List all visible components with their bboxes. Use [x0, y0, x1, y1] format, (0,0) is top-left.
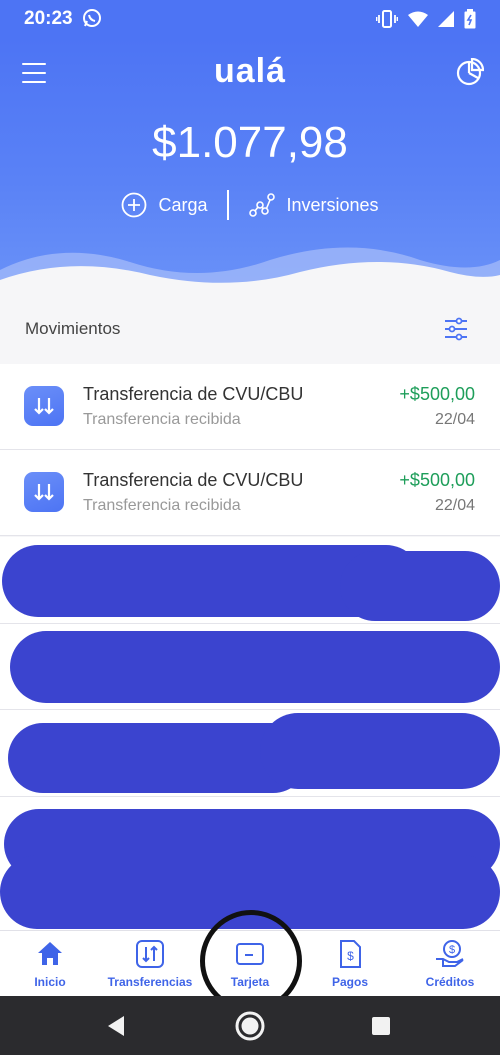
pie-chart-icon[interactable] [456, 58, 484, 86]
investments-button[interactable]: Inversiones [249, 192, 379, 218]
vibrate-icon [376, 10, 398, 28]
transfer-icon [136, 940, 164, 968]
home-button-icon[interactable] [234, 1010, 266, 1042]
nav-label: Transferencias [107, 975, 193, 989]
load-button[interactable]: Carga [121, 192, 207, 218]
investments-icon [249, 193, 276, 217]
nav-label: Pagos [331, 975, 368, 989]
movement-row[interactable]: Transferencia de CVU/CBU Transferencia r… [0, 450, 500, 536]
movement-title: Transferencia de CVU/CBU [83, 384, 304, 404]
status-bar: 20:23 [0, 0, 500, 38]
row-divider [0, 796, 500, 797]
payment-icon: $ [340, 940, 361, 968]
investments-label: Inversiones [286, 194, 379, 215]
redaction-mark [340, 551, 500, 621]
movement-subtitle: Transferencia recibida [83, 497, 241, 514]
header-waves [0, 247, 500, 300]
account-balance: $1.077,98 [152, 118, 348, 167]
wifi-icon [408, 11, 428, 27]
nav-inicio[interactable]: Inicio [0, 939, 100, 989]
movement-amount: +$500,00 [399, 470, 475, 490]
movement-title: Transferencia de CVU/CBU [83, 470, 304, 490]
balance-header: ualá $1.077,98 Carga Inversiones [0, 38, 500, 300]
nav-label: Créditos [425, 975, 475, 989]
actions-divider [227, 190, 230, 220]
redacted-movements [0, 537, 500, 930]
header-actions: Carga Inversiones [0, 190, 500, 220]
movement-subtitle: Transferencia recibida [83, 411, 241, 428]
svg-text:$: $ [449, 944, 455, 956]
plus-circle-icon [122, 192, 147, 218]
movements-list: Transferencia de CVU/CBU Transferencia r… [0, 364, 500, 536]
status-time: 20:23 [24, 8, 73, 29]
row-divider [0, 623, 500, 624]
recents-icon[interactable] [372, 1017, 390, 1035]
movements-title: Movimientos [25, 319, 121, 338]
movement-row[interactable]: Transferencia de CVU/CBU Transferencia r… [0, 364, 500, 450]
home-icon [38, 942, 62, 965]
row-divider [0, 709, 500, 710]
svg-text:$: $ [347, 949, 354, 963]
movements-header: Movimientos [0, 300, 500, 360]
movement-date: 22/04 [434, 497, 475, 514]
filter-icon[interactable] [444, 317, 468, 341]
signal-icon [438, 11, 454, 27]
movement-amount: +$500,00 [399, 384, 475, 404]
load-label: Carga [158, 194, 208, 215]
incoming-transfer-icon [24, 472, 64, 512]
battery-icon [464, 9, 476, 29]
app-logo: ualá [213, 52, 287, 90]
redaction-mark [10, 631, 500, 703]
back-icon[interactable] [106, 1015, 126, 1037]
redaction-mark [260, 713, 500, 789]
movement-date: 22/04 [434, 411, 475, 428]
nav-label: Inicio [34, 975, 66, 989]
incoming-transfer-icon [24, 386, 64, 426]
nav-transferencias[interactable]: Transferencias [100, 939, 200, 989]
credit-icon: $ [436, 940, 464, 967]
whatsapp-icon [83, 9, 101, 27]
nav-creditos[interactable]: $ Créditos [400, 939, 500, 989]
nav-pagos[interactable]: $ Pagos [300, 939, 400, 989]
system-icons [376, 9, 476, 29]
system-navigation-bar [0, 996, 500, 1055]
